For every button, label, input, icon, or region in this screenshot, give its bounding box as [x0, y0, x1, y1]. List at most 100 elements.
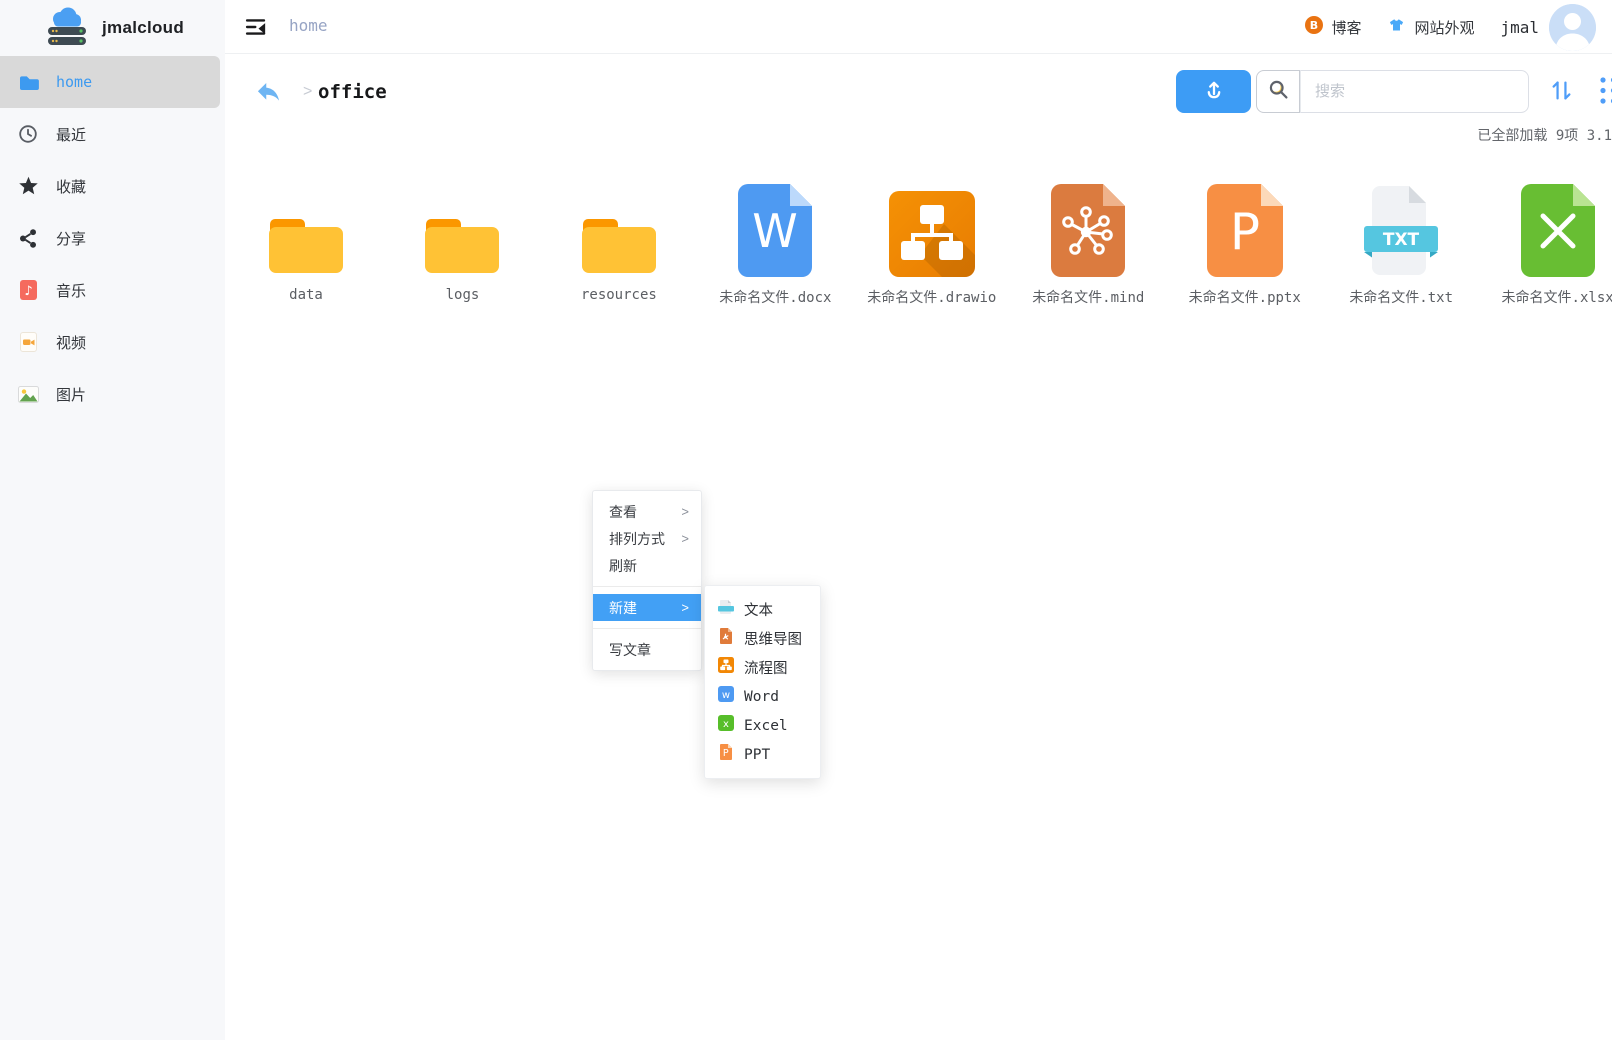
file-item-folder[interactable]: data: [230, 182, 382, 303]
upload-icon: [1202, 78, 1226, 105]
file-item-drawio[interactable]: 未命名文件.drawio: [856, 182, 1008, 307]
excel-file-icon: [1521, 182, 1595, 277]
sidebar-nav: home 最近 收藏 分享 ♪ 音乐: [0, 56, 225, 420]
menu-divider: [593, 586, 701, 587]
sidebar-item-music[interactable]: ♪ 音乐: [0, 264, 225, 316]
mind-file-icon: [1051, 182, 1125, 277]
file-name: 未命名文件.mind: [1032, 287, 1144, 307]
submenu-item-label: 流程图: [744, 657, 788, 678]
image-icon: [17, 383, 39, 405]
sidebar-item-home[interactable]: home: [0, 56, 220, 108]
txt-file-icon: [718, 599, 734, 620]
file-name: 未命名文件.drawio: [867, 287, 996, 307]
app-logo[interactable]: jmalcloud: [0, 0, 225, 56]
clock-icon: [17, 123, 39, 145]
sidebar-item-video[interactable]: 视频: [0, 316, 225, 368]
search-input[interactable]: [1300, 70, 1529, 113]
load-status: 已全部加载 9项 3.1: [1477, 125, 1612, 145]
file-item-folder[interactable]: resources: [543, 182, 695, 303]
file-item-folder[interactable]: logs: [386, 182, 538, 303]
file-name: 未命名文件.pptx: [1189, 287, 1301, 307]
search-button[interactable]: [1256, 70, 1300, 113]
file-item-txt[interactable]: TXT 未命名文件.txt: [1325, 182, 1477, 307]
current-folder-breadcrumb[interactable]: office: [318, 81, 387, 103]
star-icon: [17, 175, 39, 197]
menu-item-label: 新建: [609, 598, 637, 618]
avatar[interactable]: [1549, 4, 1596, 51]
chevron-right-icon: >: [681, 531, 689, 546]
submenu-item-excel[interactable]: x Excel: [705, 711, 820, 740]
file-name: data: [289, 287, 323, 303]
submenu-item-mindmap[interactable]: 思维导图: [705, 624, 820, 653]
sidebar-item-label: 音乐: [56, 280, 86, 301]
sidebar-item-label: home: [56, 73, 92, 91]
upload-button[interactable]: [1176, 70, 1251, 113]
svg-text:P: P: [723, 748, 729, 759]
menu-item-label: 刷新: [609, 556, 637, 576]
txt-file-icon: TXT: [1362, 182, 1440, 277]
tshirt-icon: [1387, 17, 1406, 38]
context-menu-item-view[interactable]: 查看 >: [593, 498, 701, 525]
header-actions: B 博客 网站外观 jmal: [1305, 0, 1612, 54]
share-icon: [17, 227, 39, 249]
app-title: jmalcloud: [102, 18, 184, 38]
menu-item-label: 写文章: [609, 640, 651, 660]
flowchart-file-icon: [889, 182, 975, 277]
file-name: logs: [446, 287, 480, 303]
appearance-link[interactable]: 网站外观: [1387, 17, 1474, 38]
file-item-mind[interactable]: 未命名文件.mind: [1012, 182, 1164, 307]
sidebar-item-label: 最近: [56, 124, 86, 145]
header-breadcrumb[interactable]: home: [289, 16, 328, 35]
chevron-right-icon: >: [681, 600, 689, 615]
file-item-ppt[interactable]: P 未命名文件.pptx: [1169, 182, 1321, 307]
submenu-item-label: Excel: [744, 718, 788, 734]
word-file-icon: w: [718, 686, 734, 707]
svg-text:W: W: [753, 204, 798, 258]
submenu-item-text[interactable]: 文本: [705, 595, 820, 624]
blogger-icon: B: [1305, 16, 1323, 39]
folder-icon: [265, 182, 347, 277]
chevron-right-icon: >: [681, 504, 689, 519]
back-button[interactable]: [255, 79, 282, 104]
breadcrumb-separator: >: [303, 83, 312, 101]
file-item-excel[interactable]: 未命名文件.xlsx: [1482, 182, 1612, 307]
submenu-item-label: Word: [744, 689, 779, 705]
file-name: 未命名文件.xlsx: [1502, 287, 1612, 307]
file-name: 未命名文件.docx: [719, 287, 831, 307]
svg-text:TXT: TXT: [1383, 230, 1420, 250]
mind-file-icon: [718, 628, 734, 649]
sidebar-item-label: 收藏: [56, 176, 86, 197]
svg-text:x: x: [723, 719, 729, 730]
submenu-item-label: 文本: [744, 599, 773, 620]
grid-view-icon[interactable]: [1600, 76, 1612, 105]
menu-divider: [593, 628, 701, 629]
sidebar-item-images[interactable]: 图片: [0, 368, 225, 420]
submenu-item-ppt[interactable]: P PPT: [705, 740, 820, 769]
context-menu-item-new[interactable]: 新建 >: [593, 594, 701, 621]
file-item-word-doc[interactable]: W 未命名文件.docx: [699, 182, 851, 307]
context-menu-item-arrange[interactable]: 排列方式 >: [593, 525, 701, 552]
submenu-item-flowchart[interactable]: 流程图: [705, 653, 820, 682]
context-menu: 查看 > 排列方式 > 刷新 新建 > 写文章: [592, 490, 702, 671]
new-file-submenu: 文本 思维导图 流程图 w Word x Excel P PPT: [704, 585, 821, 779]
svg-text:♪: ♪: [24, 284, 32, 299]
sort-icon[interactable]: [1548, 77, 1575, 104]
submenu-item-word[interactable]: w Word: [705, 682, 820, 711]
collapse-sidebar-icon[interactable]: [245, 16, 267, 38]
sidebar-item-label: 视频: [56, 332, 86, 353]
sidebar-item-label: 分享: [56, 228, 86, 249]
context-menu-item-write-article[interactable]: 写文章: [593, 636, 701, 663]
username[interactable]: jmal: [1500, 18, 1539, 37]
search-icon: [1266, 77, 1291, 107]
cloud-server-logo-icon: [45, 6, 89, 51]
word-file-icon: W: [738, 182, 812, 277]
file-name: resources: [581, 287, 657, 303]
file-grid: data logs resources W 未命名文件.docx: [230, 182, 1612, 307]
sidebar-item-share[interactable]: 分享: [0, 212, 225, 264]
svg-text:P: P: [1230, 203, 1260, 261]
blog-label: 博客: [1331, 17, 1361, 38]
sidebar-item-favorites[interactable]: 收藏: [0, 160, 225, 212]
blog-link[interactable]: B 博客: [1305, 16, 1361, 39]
sidebar-item-recent[interactable]: 最近: [0, 108, 225, 160]
context-menu-item-refresh[interactable]: 刷新: [593, 552, 701, 579]
